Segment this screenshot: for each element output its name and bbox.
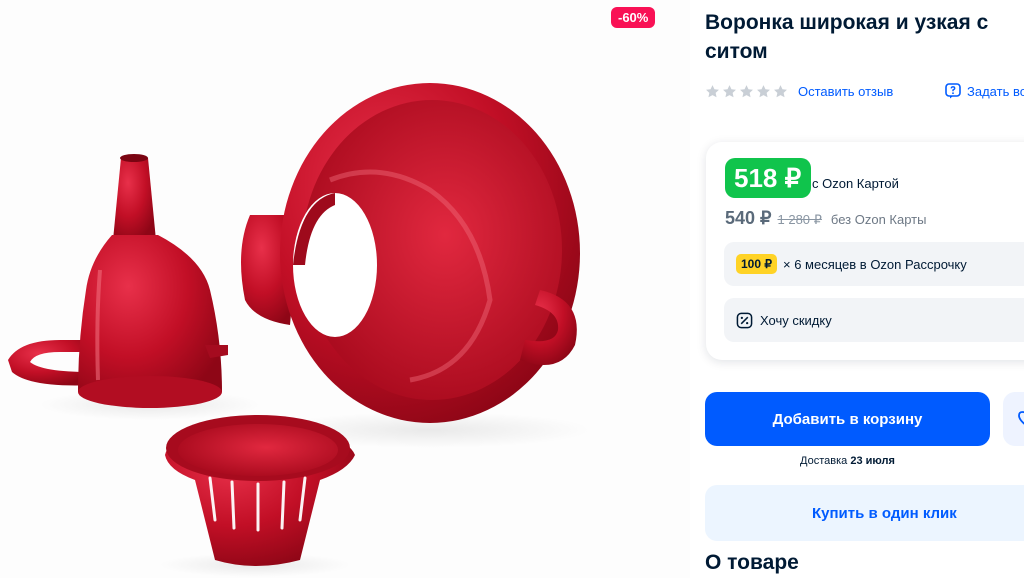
installment-badge: 100 ₽ (736, 254, 777, 274)
heart-icon (1018, 411, 1024, 425)
buy-one-click-button[interactable]: Купить в один клик (705, 485, 1024, 541)
product-gallery[interactable]: -60% (0, 0, 690, 578)
ask-question-link[interactable]: Задать вопрос (945, 81, 1024, 101)
delivery-info: Доставка 23 июля (705, 455, 990, 467)
discount-icon (736, 312, 753, 328)
installment-text: × 6 месяцев в Ozon Рассрочку (783, 256, 967, 272)
want-discount-label: Хочу скидку (760, 312, 832, 328)
star-icon (706, 84, 719, 97)
favorite-button[interactable] (1003, 392, 1024, 446)
delivery-date: 23 июля (850, 455, 895, 467)
buy-one-click-label: Купить в один клик (812, 504, 957, 522)
about-product-heading: О товаре (705, 551, 799, 574)
product-title: Воронка широкая и узкая с ситом (705, 11, 989, 63)
product-image (8, 83, 590, 577)
star-icon (723, 84, 736, 97)
regular-price-row: 540 ₽ 1 280 ₽ без Ozon Карты (725, 208, 926, 229)
star-icon (757, 84, 770, 97)
leave-review-link[interactable]: Оставить отзыв (798, 84, 893, 99)
rating-stars (705, 84, 788, 99)
ozon-card-price: 518 ₽ (725, 158, 812, 198)
delivery-prefix: Доставка (800, 455, 848, 467)
regular-price: 540 ₽ (725, 208, 772, 228)
star-icon (740, 84, 753, 97)
want-discount-button[interactable]: Хочу скидку (724, 298, 1024, 342)
price-card: 518 ₽ с Ozon Картой 540 ₽ 1 280 ₽ без Oz… (706, 142, 1024, 360)
old-price: 1 280 ₽ (777, 212, 822, 227)
add-to-cart-button[interactable]: Добавить в корзину (705, 392, 990, 446)
star-icon (774, 84, 787, 97)
question-icon (945, 83, 961, 99)
ozon-card-price-label: с Ozon Картой (812, 176, 899, 191)
regular-price-label: без Ozon Карты (830, 212, 927, 227)
rating-row: Оставить отзыв (705, 81, 893, 101)
ask-question-label: Задать вопрос (967, 83, 1024, 99)
installment-offer[interactable]: 100 ₽ × 6 месяцев в Ozon Рассрочку (724, 242, 1024, 286)
discount-badge: -60% (611, 7, 656, 28)
